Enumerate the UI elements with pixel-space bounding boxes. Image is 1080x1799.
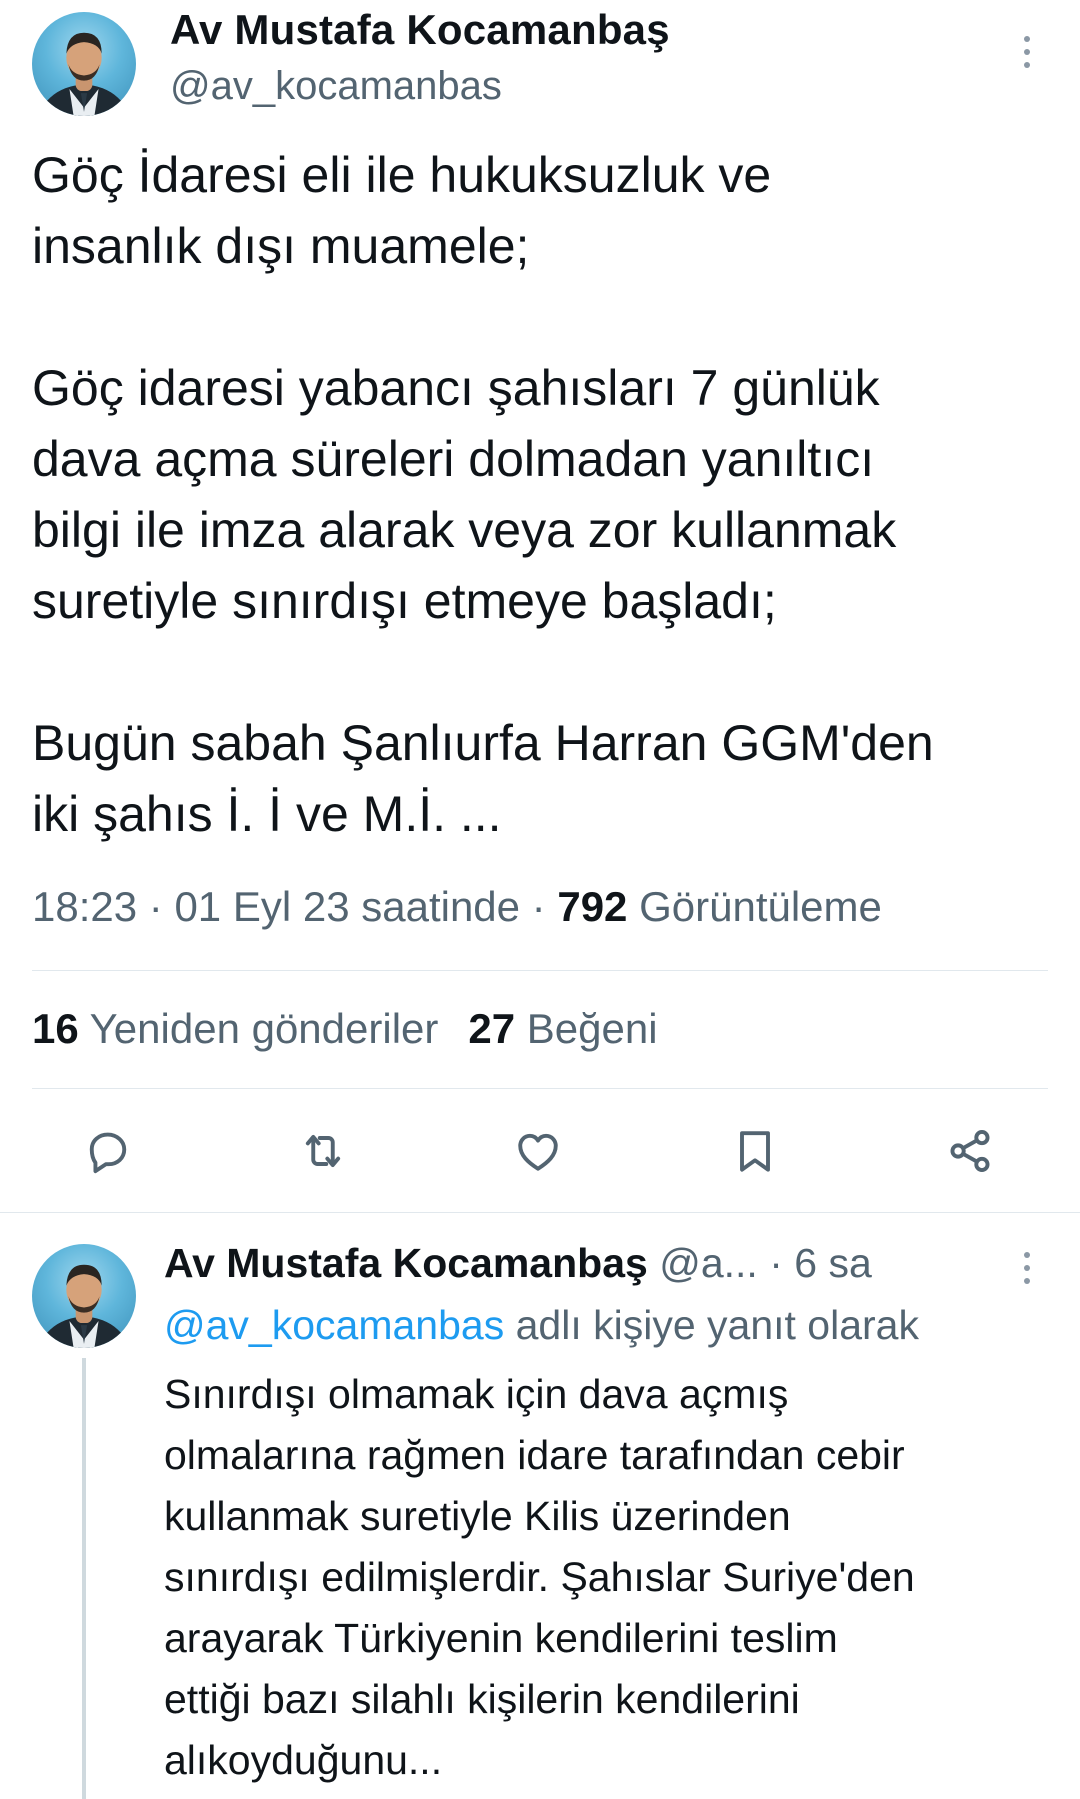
likes-stat[interactable]: 27 Beğeni [468,1005,657,1052]
divider [32,1088,1048,1089]
likes-count: 27 [468,1005,516,1052]
reply-button[interactable] [79,1122,137,1180]
tweet-text: Göç İdaresi eli ile hukuksuzluk ve insan… [32,147,934,842]
retweets-stat[interactable]: 16 Yeniden gönderiler [32,1005,438,1052]
action-bar [0,1122,1080,1180]
reply-author-handle[interactable]: @a... [659,1240,758,1286]
tweet-time[interactable]: 18:23 [32,883,137,930]
reply-author-avatar[interactable] [32,1244,136,1348]
meta-separator: · [137,883,175,930]
like-icon [518,1133,558,1171]
retweet-icon [305,1134,341,1168]
divider [32,970,1048,971]
views-count: 792 [557,883,628,930]
thread-line [82,1358,86,1799]
reply-icon [89,1132,127,1174]
tweet-meta: 18:23 · 01 Eyl 23 saatinde · 792 Görüntü… [32,883,882,931]
views-label: Görüntüleme [639,883,882,930]
likes-label: Beğeni [526,1005,658,1052]
author-handle[interactable]: @av_kocamanbas [170,64,502,109]
retweets-label: Yeniden gönderiler [89,1005,439,1052]
reply-text: Sınırdışı olmamak için dava açmış olmala… [164,1371,915,1783]
reply-to-label: adlı kişiye yanıt olarak [515,1302,919,1348]
more-options-icon[interactable] [1017,1252,1037,1284]
reply-author-name[interactable]: Av Mustafa Kocamanbaş [164,1240,648,1286]
reply-header: Av Mustafa Kocamanbaş @a... · 6 sa [164,1240,872,1287]
replying-to: @av_kocamanbas adlı kişiye yanıt olarak [164,1302,919,1349]
avatar-photo-icon [38,32,130,116]
author-name[interactable]: Av Mustafa Kocamanbaş [170,6,670,54]
more-options-icon[interactable] [1017,36,1037,68]
avatar-photo-icon [38,1264,130,1348]
tweet-date[interactable]: 01 Eyl 23 saatinde [174,883,520,930]
meta-separator: · [520,883,558,930]
retweet-button[interactable] [294,1122,352,1180]
engagement-stats: 16 Yeniden gönderiler 27 Beğeni [32,1005,658,1053]
bookmark-icon [740,1131,770,1172]
author-avatar[interactable] [32,12,136,116]
reply-to-mention[interactable]: @av_kocamanbas [164,1302,504,1348]
reply-time[interactable]: · 6 sa [769,1240,872,1286]
share-icon [950,1129,990,1173]
like-button[interactable] [509,1122,567,1180]
retweets-count: 16 [32,1005,79,1052]
share-button[interactable] [941,1122,999,1180]
divider [0,1212,1080,1213]
bookmark-button[interactable] [726,1122,784,1180]
